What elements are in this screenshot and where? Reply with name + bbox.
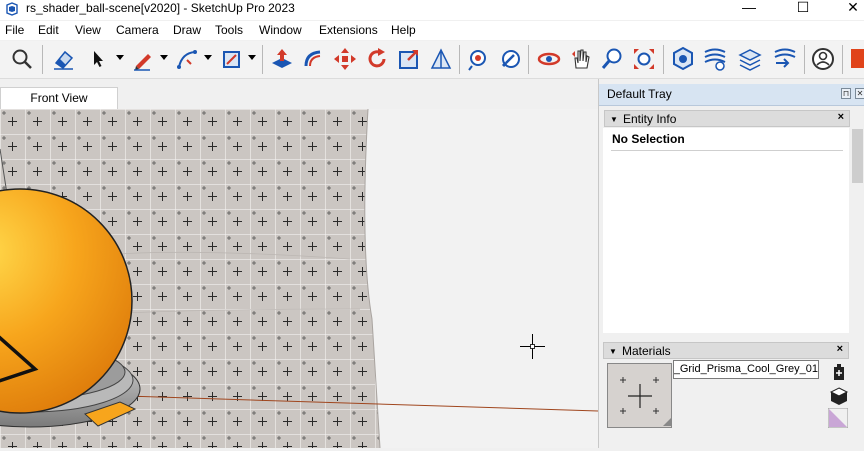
arc-icon[interactable]: [174, 46, 200, 72]
materials-close-button[interactable]: ×: [837, 343, 843, 355]
menu-file[interactable]: File: [5, 23, 24, 37]
tray-pin-button[interactable]: ⊓: [841, 88, 851, 99]
material-name-text: Pattern_Grid_Prisma_Cool_Grey_01: [673, 363, 818, 375]
ruby-icon[interactable]: [848, 46, 864, 72]
tray-header: Default Tray ⊓ ✕: [599, 84, 864, 106]
close-window-button[interactable]: ✕: [830, 0, 864, 20]
push-pull-icon[interactable]: [269, 46, 295, 72]
export-icon[interactable]: [772, 46, 798, 72]
create-material-icon[interactable]: [829, 363, 849, 383]
menu-edit[interactable]: Edit: [38, 23, 59, 37]
minimize-button[interactable]: —: [726, 0, 772, 20]
menu-extensions[interactable]: Extensions: [319, 23, 378, 37]
entity-info-panel-header[interactable]: ▼ Entity Info ×: [604, 110, 850, 127]
menu-window[interactable]: Window: [259, 23, 302, 37]
paint-sample-icon[interactable]: [828, 408, 848, 428]
zoom-extents-icon[interactable]: [631, 46, 657, 72]
menu-draw[interactable]: Draw: [173, 23, 201, 37]
position-camera-icon[interactable]: [466, 46, 492, 72]
select-arrow-icon[interactable]: [86, 46, 112, 72]
pan-icon[interactable]: [568, 46, 594, 72]
scale-icon[interactable]: [396, 46, 422, 72]
entity-info-close-button[interactable]: ×: [838, 111, 844, 123]
scene-tab-front-view[interactable]: Front View: [0, 87, 118, 109]
collapse-triangle-icon[interactable]: ▼: [609, 347, 617, 356]
menu-tools[interactable]: Tools: [215, 23, 243, 37]
tray-title: Default Tray: [607, 87, 672, 101]
window-title: rs_shader_ball-scene[v2020] - SketchUp P…: [26, 1, 295, 15]
menu-bar: File Edit View Camera Draw Tools Window …: [0, 21, 864, 40]
material-name-field[interactable]: Pattern_Grid_Prisma_Cool_Grey_01: [673, 360, 819, 379]
walk-icon[interactable]: [497, 46, 523, 72]
material-preview-swatch[interactable]: [607, 363, 672, 428]
tray-close-button[interactable]: ✕: [855, 88, 864, 99]
rectangle-icon[interactable]: [219, 46, 245, 72]
follow-me-icon[interactable]: [301, 46, 327, 72]
orbit-icon[interactable]: [536, 46, 562, 72]
selection-status: No Selection: [612, 132, 685, 146]
rotate-icon[interactable]: [364, 46, 390, 72]
layers-icon[interactable]: [737, 46, 763, 72]
drawing-viewport[interactable]: [0, 109, 598, 448]
eraser-icon[interactable]: [51, 46, 77, 72]
menu-camera[interactable]: Camera: [116, 23, 159, 37]
pencil-icon[interactable]: [130, 46, 156, 72]
tape-measure-icon[interactable]: [428, 46, 454, 72]
account-icon[interactable]: [810, 46, 836, 72]
default-material-icon[interactable]: [829, 386, 849, 406]
materials-title: Materials: [622, 344, 671, 358]
move-icon[interactable]: [332, 46, 358, 72]
menu-help[interactable]: Help: [391, 23, 416, 37]
scene-canvas: [0, 109, 598, 448]
toolbar: [0, 41, 864, 79]
entity-info-title: Entity Info: [623, 112, 677, 126]
crosshair-cursor-icon: [520, 334, 545, 359]
zoom-icon[interactable]: [600, 46, 626, 72]
sketchup-app-icon: [6, 2, 18, 16]
entity-info-body: No Selection: [603, 128, 849, 333]
solid-tools-icon[interactable]: [670, 46, 696, 72]
menu-view[interactable]: View: [75, 23, 101, 37]
tray-scrollbar-thumb[interactable]: [852, 129, 863, 183]
materials-panel-header[interactable]: ▼ Materials ×: [603, 342, 849, 359]
title-bar: rs_shader_ball-scene[v2020] - SketchUp P…: [0, 0, 864, 20]
collapse-triangle-icon[interactable]: ▼: [610, 115, 618, 124]
maximize-button[interactable]: ☐: [780, 0, 826, 20]
sandbox-icon[interactable]: [702, 46, 728, 72]
search-icon[interactable]: [9, 46, 35, 72]
